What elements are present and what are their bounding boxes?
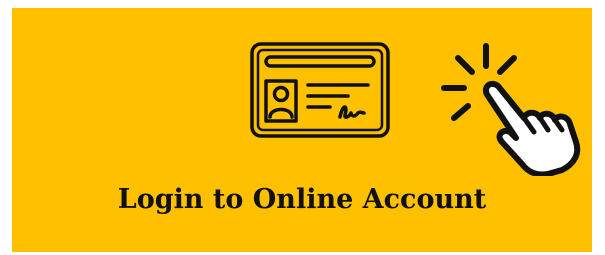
login-online-account-button[interactable]: Login to Online Account <box>12 8 592 252</box>
id-card-icon <box>250 42 390 138</box>
login-online-account-label: Login to Online Account <box>117 184 487 215</box>
hand-click-icon <box>441 43 581 176</box>
